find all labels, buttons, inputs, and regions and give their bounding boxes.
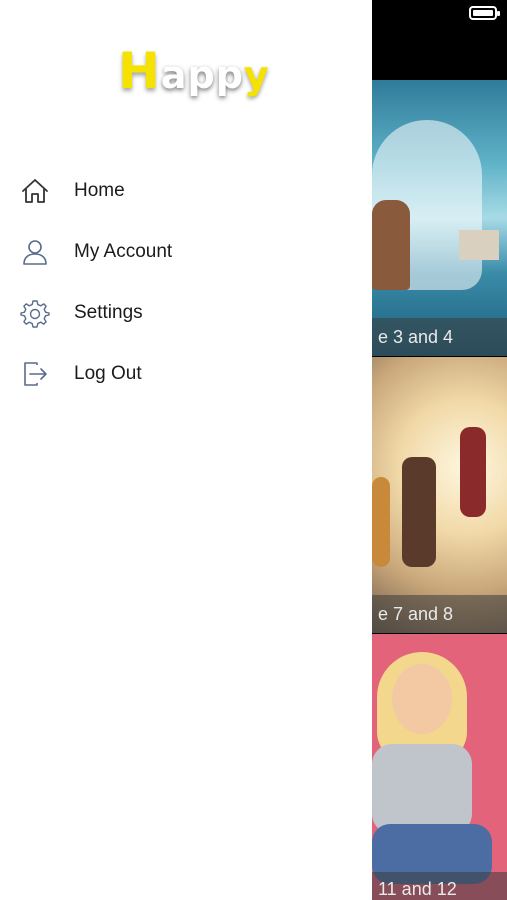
logo-letter-y: y	[243, 53, 270, 97]
app-logo: Happy	[118, 42, 269, 112]
person-image	[402, 457, 436, 567]
side-drawer: Happy Home My Account Settings Log Out	[0, 0, 372, 900]
menu-item-home[interactable]: Home	[0, 160, 372, 221]
card-caption: e 7 and 8	[372, 595, 507, 633]
content-list: e 3 and 4 e 7 and 8 11 and 12	[372, 80, 507, 900]
person-image	[372, 477, 390, 567]
menu-label-settings: Settings	[74, 301, 143, 323]
logo-letter-h: H	[118, 42, 161, 100]
surfer-image	[372, 200, 410, 290]
gear-icon	[20, 299, 50, 328]
menu-item-settings[interactable]: Settings	[0, 282, 372, 343]
home-icon	[22, 178, 48, 203]
card-caption: 11 and 12	[372, 872, 507, 900]
person-image	[460, 427, 486, 517]
menu-label-my-account: My Account	[74, 240, 173, 262]
menu-item-my-account[interactable]: My Account	[0, 221, 372, 282]
content-card-surf[interactable]: e 3 and 4	[372, 80, 507, 356]
content-card-girl[interactable]: 11 and 12	[372, 634, 507, 900]
menu-item-log-out[interactable]: Log Out	[0, 343, 372, 404]
user-icon	[23, 239, 47, 265]
menu-label-home: Home	[74, 179, 125, 201]
logo-letters-app: app	[160, 53, 244, 97]
menu-label-log-out: Log Out	[74, 362, 142, 384]
drawer-menu: Home My Account Settings Log Out	[0, 160, 372, 404]
girl-face-image	[392, 664, 452, 734]
building-image	[459, 230, 499, 260]
logout-icon	[24, 361, 47, 386]
content-card-beach[interactable]: e 7 and 8	[372, 357, 507, 633]
girl-body-image	[372, 744, 472, 834]
card-caption: e 3 and 4	[372, 318, 507, 356]
battery-icon	[469, 6, 500, 20]
